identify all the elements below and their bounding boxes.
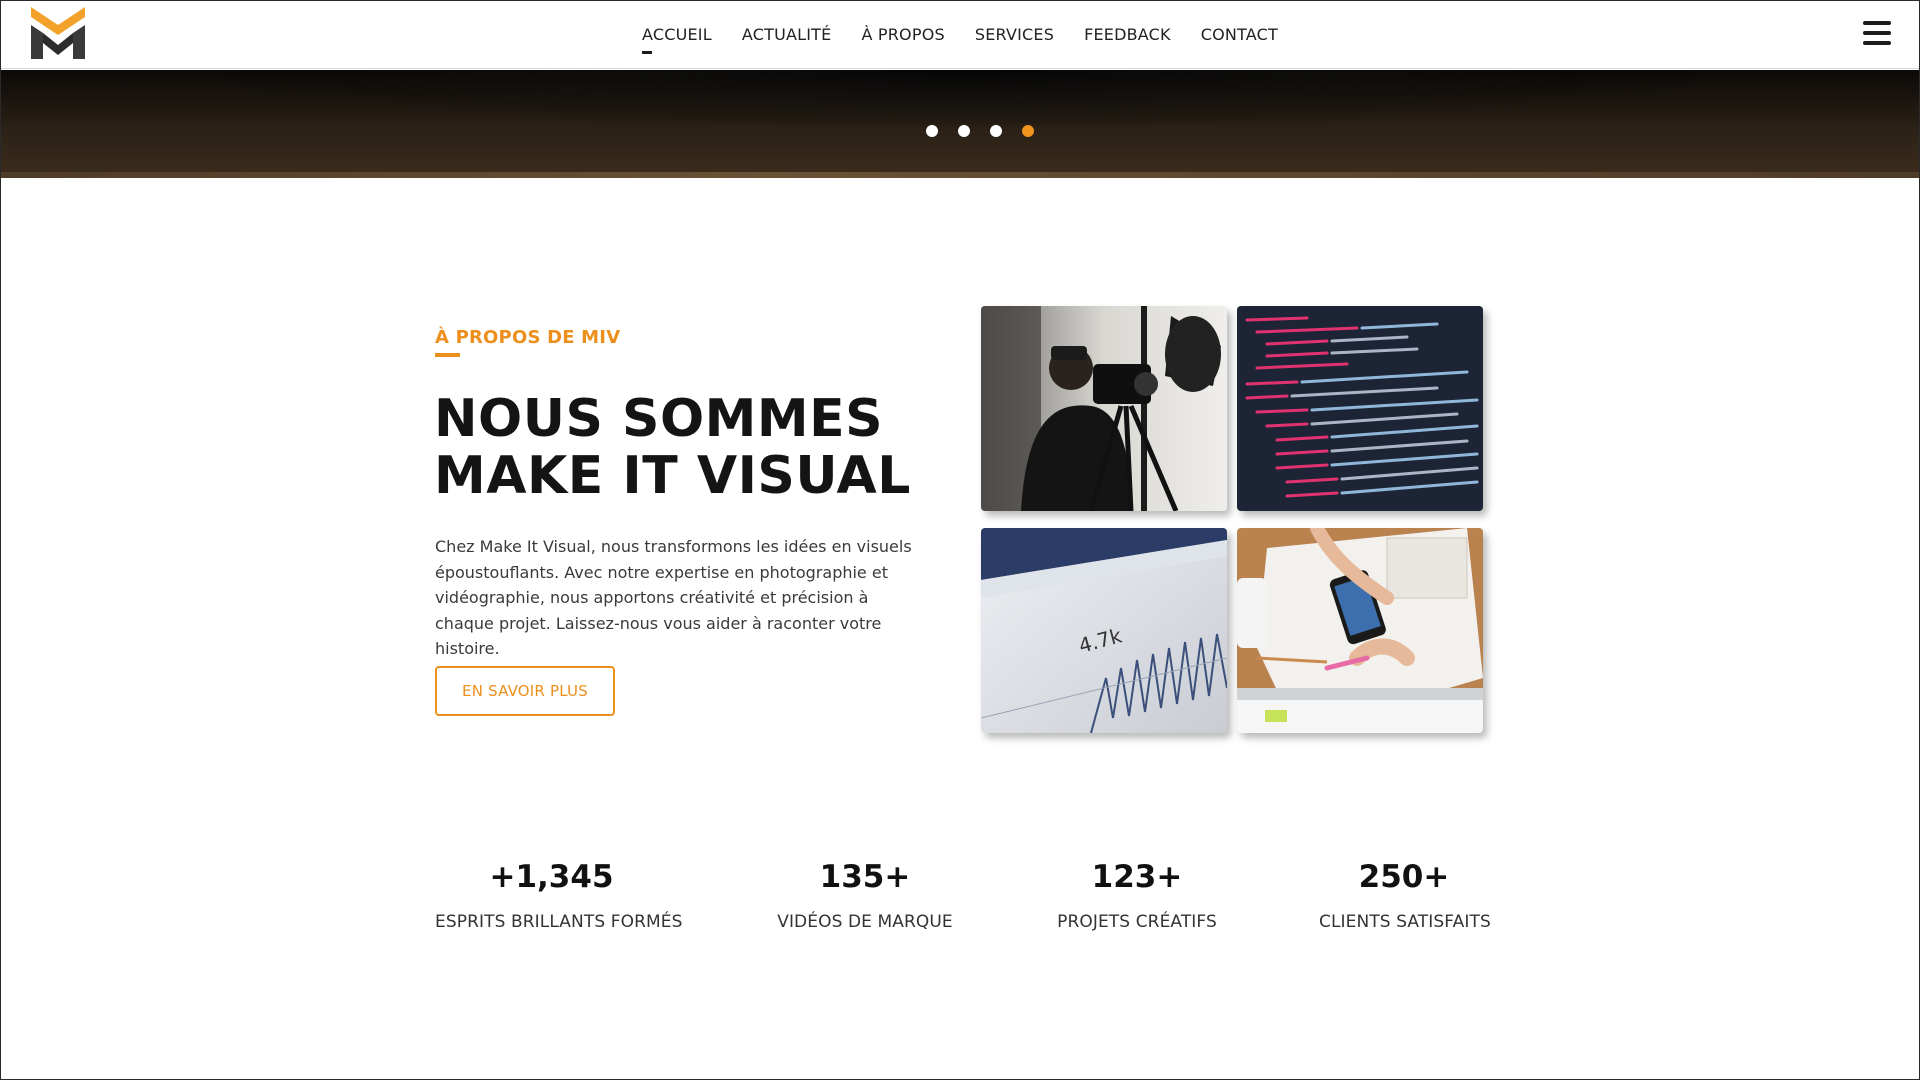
nav-item-actualite[interactable]: ACTUALITÉ — [727, 1, 847, 69]
about-title: NOUS SOMMES MAKE IT VISUAL — [434, 391, 914, 505]
stat-number: 123+ — [1091, 859, 1183, 895]
nav-item-contact[interactable]: CONTACT — [1186, 1, 1293, 69]
hero-slider — [1, 70, 1919, 178]
stat-number: 250+ — [1358, 859, 1450, 895]
stat-label: PROJETS CRÉATIFS — [1057, 912, 1217, 932]
stat-number: +1,345 — [489, 859, 614, 895]
stat-trained-minds: +1,345 ESPRITS BRILLANTS FORMÉS — [435, 859, 683, 932]
about-description: Chez Make It Visual, nous transformons l… — [435, 537, 912, 658]
code-screen-image — [1237, 306, 1483, 511]
main-nav: ACCUEIL ACTUALITÉ À PROPOS SERVICES FEED… — [1, 1, 1919, 69]
site-header: ACCUEIL ACTUALITÉ À PROPOS SERVICES FEED… — [1, 1, 1919, 69]
stat-label: ESPRITS BRILLANTS FORMÉS — [435, 912, 683, 932]
slider-dot-2[interactable] — [958, 125, 970, 137]
learn-more-button[interactable]: EN SAVOIR PLUS — [435, 666, 615, 716]
stat-label: CLIENTS SATISFAITS — [1319, 912, 1491, 932]
stat-number: 135+ — [819, 859, 911, 895]
hamburger-menu-icon[interactable] — [1863, 21, 1891, 45]
stat-creative-projects: 123+ PROJETS CRÉATIFS — [1056, 859, 1218, 932]
about-title-line-1: NOUS SOMMES — [434, 389, 884, 449]
stat-brand-videos: 135+ VIDÉOS DE MARQUE — [771, 859, 959, 932]
stat-happy-clients: 250+ CLIENTS SATISFAITS — [1319, 859, 1491, 932]
videographer-image — [981, 306, 1227, 511]
about-title-line-2: MAKE IT VISUAL — [434, 446, 911, 506]
analytics-dashboard-image: 4.7k — [981, 528, 1227, 733]
nav-item-a-propos[interactable]: À PROPOS — [846, 1, 959, 69]
slider-dot-4[interactable] — [1022, 125, 1034, 137]
nav-item-accueil[interactable]: ACCUEIL — [627, 1, 727, 69]
slider-dots — [41, 125, 1919, 137]
stat-label: VIDÉOS DE MARQUE — [777, 912, 953, 932]
nav-item-feedback[interactable]: FEEDBACK — [1069, 1, 1186, 69]
nav-item-services[interactable]: SERVICES — [960, 1, 1069, 69]
designer-sketch-image — [1237, 528, 1483, 733]
slider-dot-1[interactable] — [926, 125, 938, 137]
eyebrow-underline — [435, 353, 460, 357]
slider-dot-3[interactable] — [990, 125, 1002, 137]
section-eyebrow: À PROPOS DE MIV — [435, 327, 621, 348]
